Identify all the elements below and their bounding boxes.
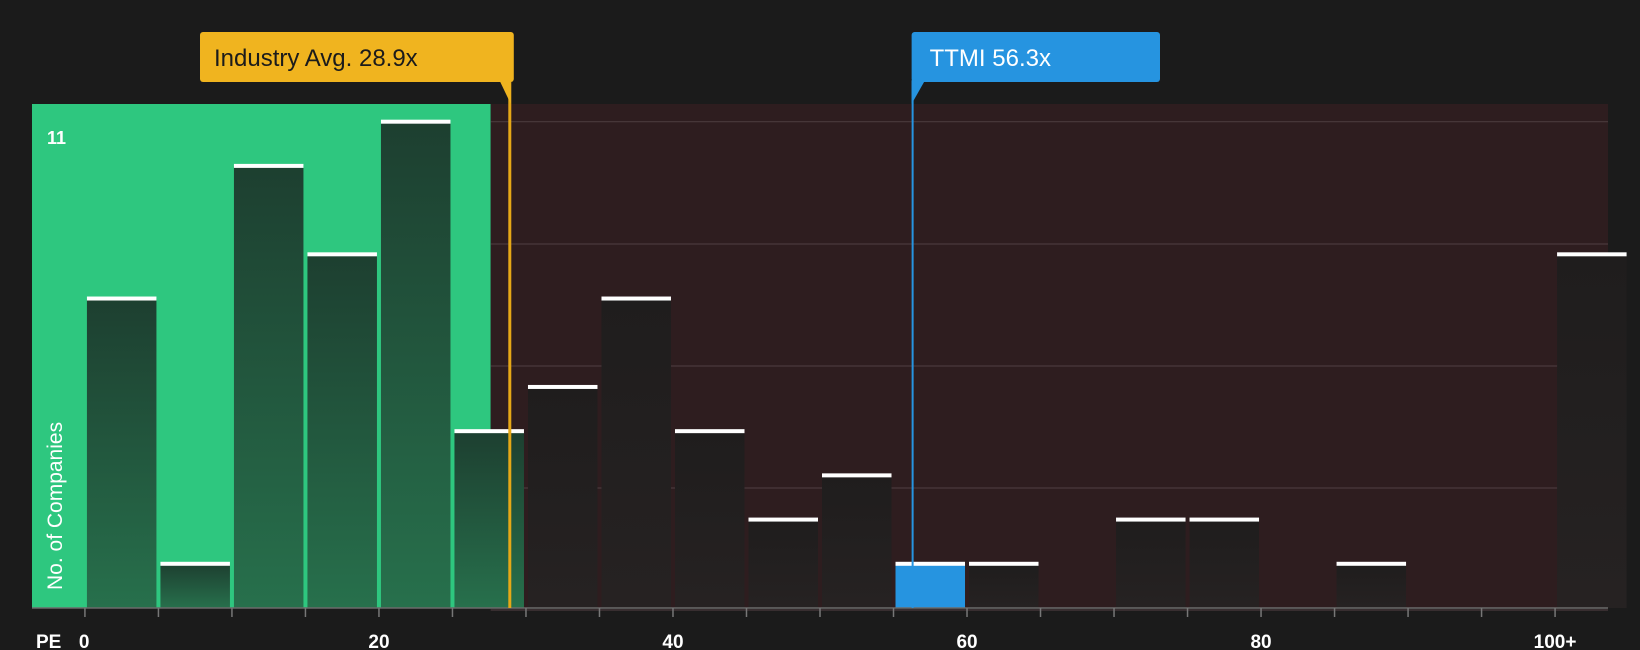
bar-cap — [1189, 517, 1260, 522]
histogram-bar — [895, 563, 966, 608]
y-axis-label: No. of Companies — [44, 422, 67, 590]
bar-cap — [233, 163, 304, 168]
industry-avg-callout-pointer — [499, 81, 511, 104]
bar-cap — [160, 561, 230, 566]
histogram-bar — [160, 563, 230, 608]
bar-cap — [895, 561, 966, 566]
histogram-bar — [1189, 519, 1260, 608]
x-axis-label: PE — [36, 632, 61, 650]
bar-cap — [822, 473, 892, 478]
bar-cap — [307, 252, 377, 257]
bar-cap — [86, 296, 157, 301]
histogram-bar — [748, 519, 818, 608]
chart-svg: 0 20 40 60 80 100+ PE 11 No. of Companies Industr… — [32, 32, 1627, 650]
bar-cap — [1116, 517, 1186, 522]
bar-cap — [674, 429, 745, 434]
histogram-bar — [86, 298, 157, 608]
bar-cap — [969, 561, 1039, 566]
histogram-bar — [969, 563, 1039, 608]
bar-cap — [527, 384, 598, 389]
bar-cap — [748, 517, 818, 522]
histogram-bar — [380, 121, 451, 609]
histogram-bar — [527, 386, 598, 608]
x-tick-label: 100+ — [1534, 632, 1577, 650]
y-max-label: 11 — [47, 128, 66, 148]
histogram-bar — [1336, 563, 1407, 608]
histogram-bar — [1116, 519, 1186, 608]
x-tick-label: 0 — [79, 632, 90, 650]
histogram-bar — [307, 254, 377, 608]
x-tick-label: 40 — [662, 632, 683, 650]
histogram-bar — [1557, 254, 1627, 608]
histogram-bar — [822, 475, 892, 608]
bar-cap — [380, 119, 451, 124]
histogram-bar — [601, 298, 671, 608]
company-pe-label: TTMI 56.3x — [930, 45, 1051, 72]
industry-avg-label: Industry Avg. 28.9x — [214, 45, 418, 72]
x-tick-label: 60 — [956, 632, 977, 650]
pe-distribution-chart: 0 20 40 60 80 100+ PE 11 No. of Companies Industr… — [0, 0, 1640, 650]
bar-cap — [1336, 561, 1407, 566]
histogram-bar — [674, 431, 745, 608]
histogram-bar — [454, 431, 524, 608]
bar-cap — [454, 429, 524, 434]
bar-cap — [1557, 252, 1627, 257]
x-tick-label: 20 — [368, 632, 389, 650]
histogram-bar — [233, 165, 304, 609]
bar-cap — [601, 296, 671, 301]
x-tick-label: 80 — [1250, 632, 1271, 650]
